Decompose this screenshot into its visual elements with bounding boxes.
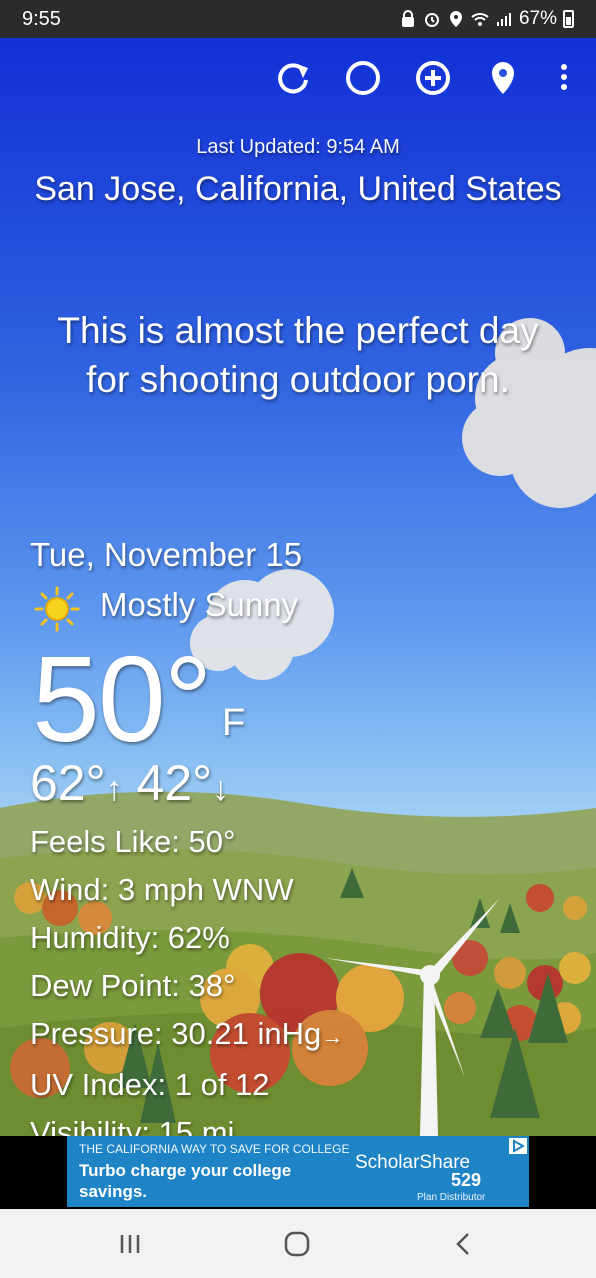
visibility: Visibility: 15 mi	[30, 1115, 235, 1136]
ad-choices-icon[interactable]	[509, 1138, 527, 1154]
wifi-icon	[471, 13, 489, 26]
low-arrow-icon: ↓	[212, 770, 230, 808]
pressure: Pressure: 30.21 inHg	[30, 1016, 322, 1051]
pressure-trend-icon: →	[321, 1024, 344, 1049]
battery-percent: 67%	[518, 8, 557, 29]
weather-tagline: This is almost the perfect day for shoot…	[57, 310, 539, 400]
ad-sub: Plan Distributor	[417, 1192, 486, 1203]
alarm-icon	[424, 13, 439, 27]
recent-apps-icon[interactable]	[113, 1227, 147, 1261]
status-icons: 67%	[399, 8, 574, 30]
high-low-temps: 62°↑ 42°↓	[30, 754, 229, 812]
battery-icon	[563, 10, 574, 28]
status-time: 9:55	[22, 8, 61, 30]
high-arrow-icon: ↑	[105, 770, 123, 808]
navigation-bar	[0, 1209, 596, 1278]
lock-icon	[401, 10, 414, 27]
back-icon[interactable]	[447, 1227, 481, 1261]
temperature-unit[interactable]: F	[222, 702, 245, 745]
pressure-row: Pressure: 30.21 inHg→	[30, 1010, 343, 1061]
sun-icon	[34, 586, 80, 632]
ad-brand-number: 529	[451, 1170, 482, 1190]
current-temperature: 50°	[32, 631, 212, 767]
high-temp: 62°	[30, 755, 106, 811]
forecast-date: Tue, November 15	[30, 536, 303, 573]
uv-index: UV Index: 1 of 12	[30, 1067, 270, 1102]
low-temp: 42°	[136, 755, 213, 811]
weather-background: Last Updated: 9:54 AM San Jose, Californ…	[0, 38, 596, 1136]
feels-like: Feels Like: 50°	[30, 824, 236, 859]
ad-banner[interactable]: THE CALIFORNIA WAY TO SAVE FOR COLLEGE T…	[0, 1136, 596, 1209]
humidity: Humidity: 62%	[30, 920, 230, 955]
condition-text: Mostly Sunny	[100, 586, 299, 623]
ad-content[interactable]: THE CALIFORNIA WAY TO SAVE FOR COLLEGE T…	[67, 1136, 529, 1207]
dew-point: Dew Point: 38°	[30, 968, 236, 1003]
location-icon	[449, 11, 462, 27]
weather-details: Feels Like: 50° Wind: 3 mph WNW Humidity…	[30, 818, 343, 1136]
wind: Wind: 3 mph WNW	[30, 872, 294, 907]
ad-top-line: THE CALIFORNIA WAY TO SAVE FOR COLLEGE	[79, 1142, 350, 1156]
home-icon[interactable]	[280, 1227, 314, 1261]
status-bar: 9:55 67%	[0, 0, 596, 38]
ad-headline: Turbo charge your college savings.	[79, 1161, 292, 1201]
signal-icon	[496, 13, 511, 26]
